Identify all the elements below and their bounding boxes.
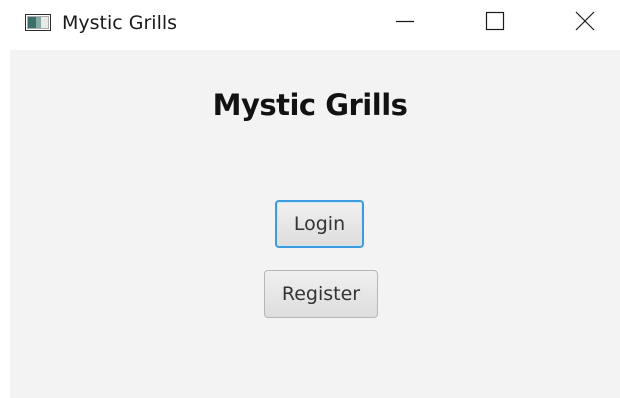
register-button[interactable]: Register (264, 270, 378, 318)
title-bar[interactable]: Mystic Grills (0, 0, 620, 50)
minimize-button[interactable] (382, 0, 428, 46)
window-app-icon (25, 14, 51, 31)
page-title: Mystic Grills (212, 88, 408, 122)
app-window: Mystic Grills Mystic Grills Login Regist… (0, 0, 620, 398)
login-button[interactable]: Login (275, 200, 364, 248)
window-title: Mystic Grills (62, 12, 178, 34)
maximize-icon (485, 11, 505, 35)
maximize-button[interactable] (472, 0, 518, 46)
close-icon (575, 11, 595, 35)
minimize-icon (395, 11, 415, 35)
close-button[interactable] (562, 0, 608, 46)
